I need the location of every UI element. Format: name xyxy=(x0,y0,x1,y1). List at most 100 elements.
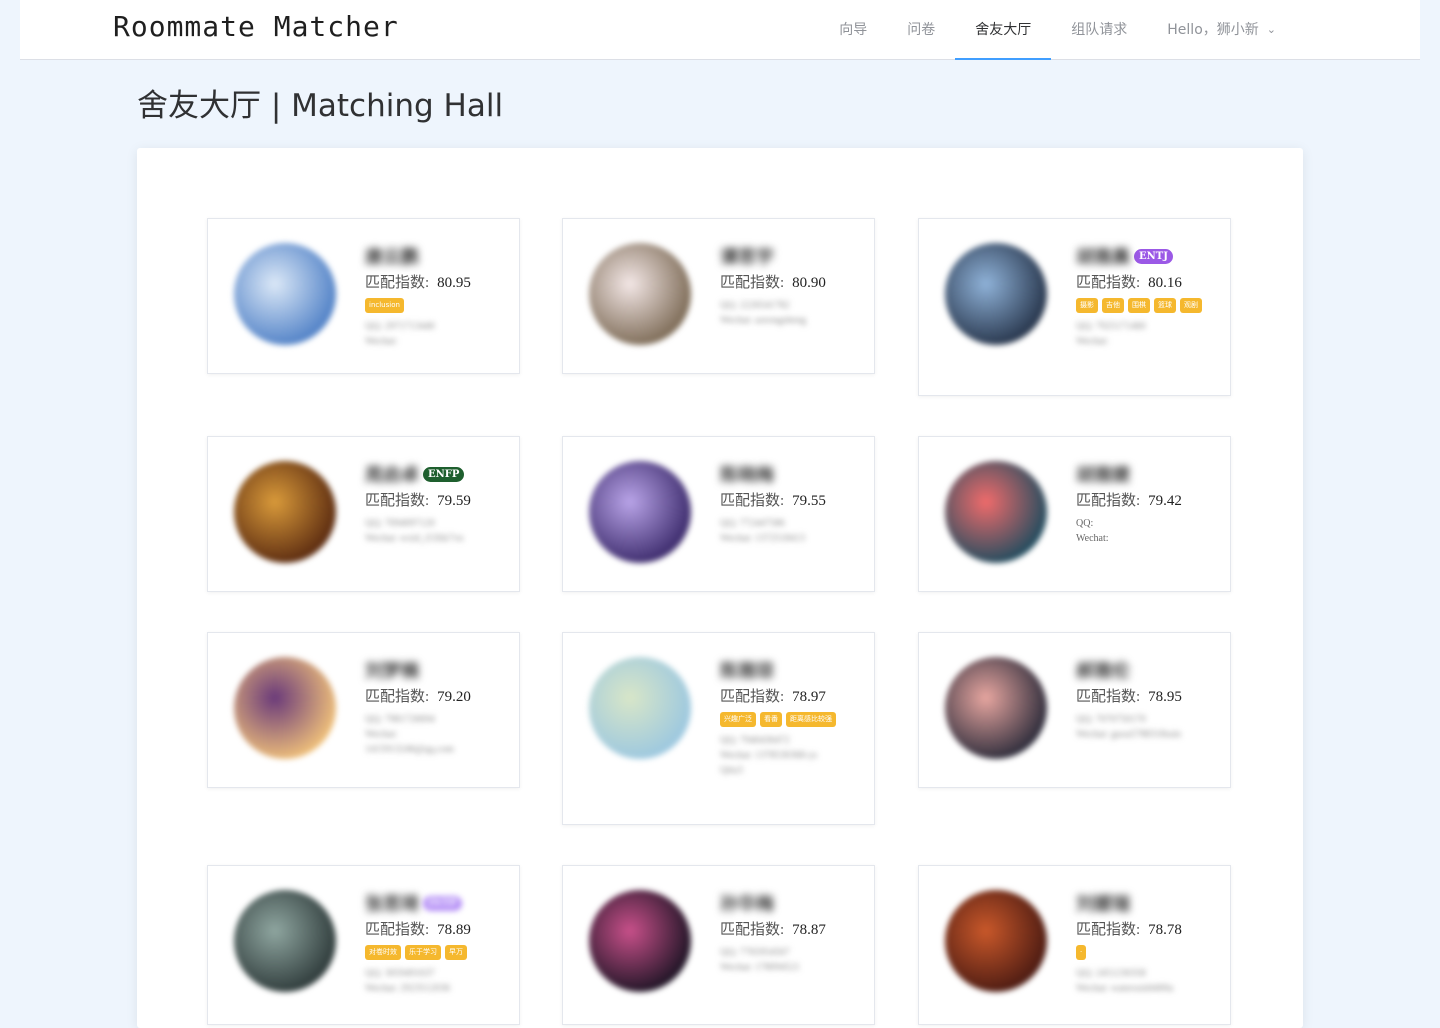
avatar[interactable] xyxy=(589,657,691,759)
contact-info: QQ: 2971713440 Wechat: xyxy=(365,319,515,349)
match-score: 匹配指数: 79.42 xyxy=(1076,489,1226,510)
contact-info: QQ: 7925171460 Wechat: xyxy=(1076,319,1226,349)
roommate-card[interactable]: 陈晓梅 匹配指数: 79.55 QQ: 772447586 Wechat: 137251… xyxy=(562,436,875,592)
match-score-value: 79.55 xyxy=(792,493,826,509)
contact-info: QQ: 3059491637 Wechat: 2923512036 xyxy=(365,966,515,996)
match-score: 匹配指数: 78.95 xyxy=(1076,685,1226,706)
interest-tag: 围棋 xyxy=(1128,298,1150,313)
roommate-card[interactable]: 谭思宇 匹配指数: 80.90 QQ: 2226541782 Wechat: aoron… xyxy=(562,218,875,374)
user-name: 张思琦 xyxy=(365,894,419,915)
avatar[interactable] xyxy=(589,243,691,345)
contact-info: QQ: 2451230358 Wechat: waterssid4400a xyxy=(1076,966,1226,996)
contact-info: QQ: 7094097120 Wechat: wxid_t53lik7vn xyxy=(365,516,515,546)
card-info: 孙华梅 匹配指数: 78.87 QQ: 7765954567 Wechat: 17809… xyxy=(720,890,870,975)
tag-list: 兴趣广泛 看番 距离感比较强 xyxy=(720,712,850,727)
match-score-value: 78.95 xyxy=(1148,689,1182,705)
match-score-value: 78.89 xyxy=(437,922,471,938)
name-row: 胡雅晨 ENTJ xyxy=(1076,243,1226,269)
name-row: 郝雅伦 xyxy=(1076,657,1226,683)
avatar[interactable] xyxy=(234,657,336,759)
card-info: 唐云鹏 匹配指数: 80.95 inclusion QQ: 2971713440 Wech… xyxy=(365,243,515,349)
roommate-card[interactable]: 陈雅琼 匹配指数: 78.97 兴趣广泛 看番 距离感比较强 QQ: 7940436472 W… xyxy=(562,632,875,825)
match-score-label: 匹配指数: xyxy=(365,689,430,705)
app-brand[interactable]: Roommate Matcher xyxy=(113,10,399,43)
nav-questionnaire[interactable]: 问卷 xyxy=(887,0,955,59)
match-score-label: 匹配指数: xyxy=(720,922,785,938)
card-info: 谭思宇 匹配指数: 80.90 QQ: 2226541782 Wechat: aoron… xyxy=(720,243,870,328)
match-score-label: 匹配指数: xyxy=(1076,493,1141,509)
contact-line: Wechat: xyxy=(1076,533,1109,544)
avatar[interactable] xyxy=(589,461,691,563)
match-score-label: 匹配指数: xyxy=(720,275,785,291)
user-name: 刘梦楠 xyxy=(365,661,419,682)
roommate-card[interactable]: 孙华梅 匹配指数: 78.87 QQ: 7765954567 Wechat: 17809… xyxy=(562,865,875,1025)
interest-tag: 摄影 xyxy=(1076,298,1098,313)
name-row: 唐云鹏 xyxy=(365,243,515,269)
name-row: 谭思宇 xyxy=(720,243,870,269)
avatar[interactable] xyxy=(234,243,336,345)
contact-line: Wechat: xyxy=(1076,336,1109,347)
roommate-card[interactable]: 刘媛瑞匹配指数: 78.78 · QQ: 2451230358 Wechat: wate… xyxy=(918,865,1231,1025)
name-row: 孙华梅 xyxy=(720,890,870,916)
interest-tag: inclusion xyxy=(365,298,404,313)
contact-line: QQ: 2971713440 xyxy=(365,321,435,332)
contact-line: Qtiu3 xyxy=(720,765,743,776)
avatar[interactable] xyxy=(589,890,691,992)
contact-line: QQ: 3059491637 xyxy=(365,968,435,979)
match-score: 匹配指数: 79.55 xyxy=(720,489,870,510)
roommate-card[interactable]: 周启卓 ENFP 匹配指数: 79.59 QQ: 7094097120 Wechat: w… xyxy=(207,436,520,592)
avatar[interactable] xyxy=(234,461,336,563)
avatar[interactable] xyxy=(945,890,1047,992)
match-score: 匹配指数: 80.95 xyxy=(365,271,515,292)
roommate-card[interactable]: 胡雅婕 匹配指数: 79.42 QQ: Wechat: xyxy=(918,436,1231,592)
tag-list: 对卷时效 乐于学习 早万 xyxy=(365,945,495,960)
nav-guide[interactable]: 向导 xyxy=(819,0,887,59)
card-info: 胡雅婕 匹配指数: 79.42 QQ: Wechat: xyxy=(1076,461,1226,546)
avatar[interactable] xyxy=(945,243,1047,345)
top-navbar: Roommate Matcher 向导 问卷 舍友大厅 组队请求 Hello，狮… xyxy=(20,0,1420,60)
roommate-card[interactable]: 胡雅晨 ENTJ 匹配指数: 80.16 摄影 吉他 围棋 篮球 观剧 QQ: 792517146… xyxy=(918,218,1231,396)
match-score: 匹配指数: 78.78 xyxy=(1076,918,1226,939)
contact-line: Wechat: guoa5788318rain xyxy=(1076,729,1181,740)
nav-team-requests[interactable]: 组队请求 xyxy=(1051,0,1147,59)
match-score-label: 匹配指数: xyxy=(720,493,785,509)
nav-matching-hall[interactable]: 舍友大厅 xyxy=(955,0,1052,60)
interest-tag: 篮球 xyxy=(1154,298,1176,313)
card-info: 张思琦 INTP 匹配指数: 78.89 对卷时效 乐于学习 早万 QQ: 305949163… xyxy=(365,890,515,996)
contact-info: QQ: 2226541782 Wechat: aorongsheng xyxy=(720,298,870,328)
interest-tag: 对卷时效 xyxy=(365,945,401,960)
match-score-value: 79.59 xyxy=(437,493,471,509)
contact-line: Wechat: xyxy=(365,729,398,740)
contact-line: QQ: 7925171460 xyxy=(1076,321,1146,332)
main-nav: 向导 问卷 舍友大厅 组队请求 Hello，狮小新 ⌄ xyxy=(819,0,1296,60)
avatar[interactable] xyxy=(945,461,1047,563)
name-row: 刘媛瑞 xyxy=(1076,890,1226,916)
contact-line: QQ: 7940436472 xyxy=(720,735,790,746)
contact-line: QQ: 772447586 xyxy=(720,518,785,529)
interest-tag: · xyxy=(1076,945,1087,960)
name-row: 陈晓梅 xyxy=(720,461,870,487)
avatar[interactable] xyxy=(234,890,336,992)
match-score-value: 80.16 xyxy=(1148,275,1182,291)
avatar[interactable] xyxy=(945,657,1047,759)
name-row: 刘梦楠 xyxy=(365,657,515,683)
match-score-label: 匹配指数: xyxy=(1076,275,1141,291)
user-name: 谭思宇 xyxy=(720,247,774,268)
match-score: 匹配指数: 78.87 xyxy=(720,918,870,939)
match-score-value: 78.87 xyxy=(792,922,826,938)
roommate-card[interactable]: 郝雅伦 匹配指数: 78.95 QQ: 7070750170 Wechat: guoa5… xyxy=(918,632,1231,788)
user-menu-label: Hello，狮小新 xyxy=(1167,22,1259,38)
user-name: 周启卓 xyxy=(365,465,419,486)
roommate-card[interactable]: 唐云鹏 匹配指数: 80.95 inclusion QQ: 2971713440 Wech… xyxy=(207,218,520,374)
match-score-label: 匹配指数: xyxy=(365,493,430,509)
tag-list: inclusion xyxy=(365,298,495,313)
roommate-card[interactable]: 张思琦 INTP 匹配指数: 78.89 对卷时效 乐于学习 早万 QQ: 305949163… xyxy=(207,865,520,1025)
page-title: 舍友大厅 | Matching Hall xyxy=(137,88,504,124)
roommate-card[interactable]: 刘梦楠 匹配指数: 79.20 QQ: 7981726694 Wechat: 141591… xyxy=(207,632,520,788)
match-score-label: 匹配指数: xyxy=(365,922,430,938)
user-name: 郝雅伦 xyxy=(1076,661,1130,682)
chevron-down-icon: ⌄ xyxy=(1266,23,1276,36)
user-menu[interactable]: Hello，狮小新 ⌄ xyxy=(1147,0,1296,59)
name-row: 张思琦 INTP xyxy=(365,890,515,916)
user-name: 刘媛瑞 xyxy=(1076,894,1130,915)
